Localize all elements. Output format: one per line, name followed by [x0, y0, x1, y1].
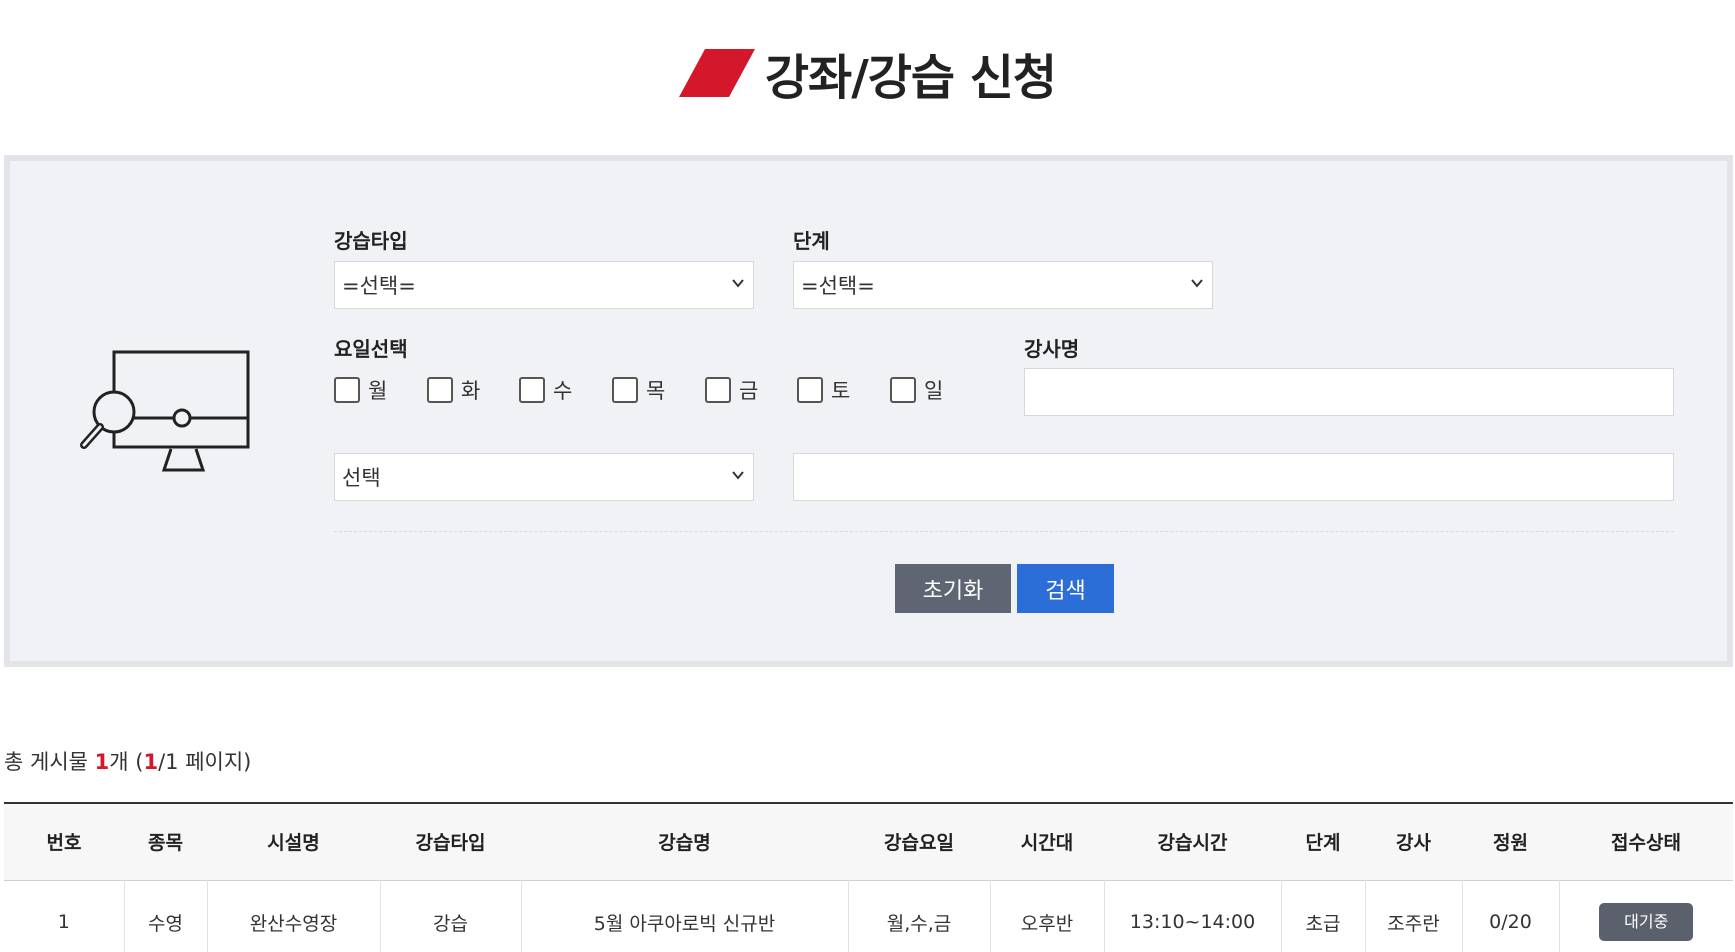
cell-level: 초급 [1280, 880, 1365, 952]
day-label: 화 [461, 379, 481, 403]
col-header: 번호 [46, 832, 82, 855]
table-row[interactable]: 1 수영 완산수영장 강습 5월 아쿠아로빅 신규반 월,수,금 오후반 13:… [4, 880, 1733, 952]
lesson-type-label: 강습타입 [334, 229, 408, 253]
checkbox-icon[interactable] [890, 377, 916, 403]
cell-instructor: 조주란 [1364, 880, 1462, 952]
divider [334, 531, 1674, 532]
instructor-label: 강사명 [1024, 337, 1080, 361]
total-unit: 개 ( [109, 750, 144, 774]
day-label: 일 [924, 379, 944, 403]
day-checkbox-sat[interactable]: 토 [797, 375, 850, 405]
status-badge[interactable]: 대기중 [1599, 903, 1694, 942]
day-label: 토 [831, 379, 851, 403]
day-checkbox-sun[interactable]: 일 [890, 375, 943, 405]
checkbox-icon[interactable] [519, 377, 545, 403]
col-header: 강사 [1396, 832, 1431, 855]
page-total: /1 페이지) [158, 750, 252, 774]
current-page: 1 [143, 750, 159, 774]
day-label: 목 [646, 379, 666, 403]
cell-facility: 완산수영장 [206, 880, 380, 952]
search-button[interactable]: 검색 [1017, 564, 1114, 613]
checkbox-icon[interactable] [334, 377, 360, 403]
col-header: 시간대 [1020, 832, 1074, 855]
page-title: 강좌/강습 신청 [0, 38, 1735, 108]
table-header-row: 번호 종목 시설명 강습타입 강습명 강습요일 시간대 강습시간 단계 강사 정… [4, 803, 1733, 880]
day-checkbox-thu[interactable]: 목 [612, 375, 665, 405]
total-count-value: 1 [94, 750, 110, 774]
level-select-value: =선택= [801, 274, 875, 298]
total-prefix: 총 게시물 [4, 750, 95, 774]
monitor-search-icon [80, 350, 250, 472]
col-header: 접수상태 [1611, 832, 1681, 855]
day-checkbox-wed[interactable]: 수 [519, 375, 572, 405]
day-label: 월 [368, 379, 388, 403]
cell-sport: 수영 [123, 880, 207, 952]
checkbox-icon[interactable] [427, 377, 453, 403]
cell-capacity: 0/20 [1461, 880, 1559, 952]
title-slash-icon [678, 49, 755, 97]
col-header: 시설명 [267, 832, 320, 855]
lesson-type-select-value: =선택= [342, 274, 416, 298]
cell-days: 월,수,금 [847, 880, 990, 952]
col-header: 종목 [148, 832, 183, 855]
day-checkbox-fri[interactable]: 금 [705, 375, 758, 405]
keyword-type-select-value: 선택 [342, 466, 381, 490]
chevron-down-icon [732, 471, 744, 480]
day-checkbox-tue[interactable]: 화 [427, 375, 480, 405]
col-header: 강습요일 [884, 832, 954, 855]
col-header: 강습명 [658, 832, 711, 855]
cell-lesson-name[interactable]: 5월 아쿠아로빅 신규반 [520, 880, 848, 952]
day-select-label: 요일선택 [334, 337, 408, 361]
col-header: 강습타입 [415, 832, 486, 855]
cell-time-slot: 오후반 [989, 880, 1104, 952]
search-panel: 강습타입 =선택= 단계 =선택= 요일선택 월 화 수 목 금 토 일 강사명… [4, 155, 1733, 667]
cell-lesson-type: 강습 [379, 880, 521, 952]
checkbox-icon[interactable] [705, 377, 731, 403]
keyword-input[interactable] [793, 453, 1674, 501]
col-header: 단계 [1305, 832, 1341, 855]
reset-button[interactable]: 초기화 [895, 564, 1011, 613]
total-count: 총 게시물 1개 (1/1 페이지) [4, 746, 251, 776]
day-label: 수 [553, 379, 573, 403]
col-header: 강습시간 [1157, 832, 1228, 855]
cell-status: 대기중 [1558, 880, 1733, 952]
day-label: 금 [739, 379, 759, 403]
keyword-type-select[interactable]: 선택 [334, 453, 754, 501]
chevron-down-icon [1191, 279, 1203, 288]
page-title-text: 강좌/강습 신청 [764, 50, 1057, 106]
cell-time: 13:10~14:00 [1103, 880, 1281, 952]
checkbox-icon[interactable] [797, 377, 823, 403]
lesson-table: 번호 종목 시설명 강습타입 강습명 강습요일 시간대 강습시간 단계 강사 정… [4, 802, 1733, 952]
instructor-input[interactable] [1024, 368, 1674, 416]
col-header: 정원 [1493, 832, 1528, 855]
chevron-down-icon [732, 279, 744, 288]
lesson-type-select[interactable]: =선택= [334, 261, 754, 309]
day-checkbox-mon[interactable]: 월 [334, 375, 387, 405]
cell-number: 1 [57, 911, 70, 934]
level-label: 단계 [793, 229, 830, 253]
checkbox-icon[interactable] [612, 377, 638, 403]
level-select[interactable]: =선택= [793, 261, 1213, 309]
